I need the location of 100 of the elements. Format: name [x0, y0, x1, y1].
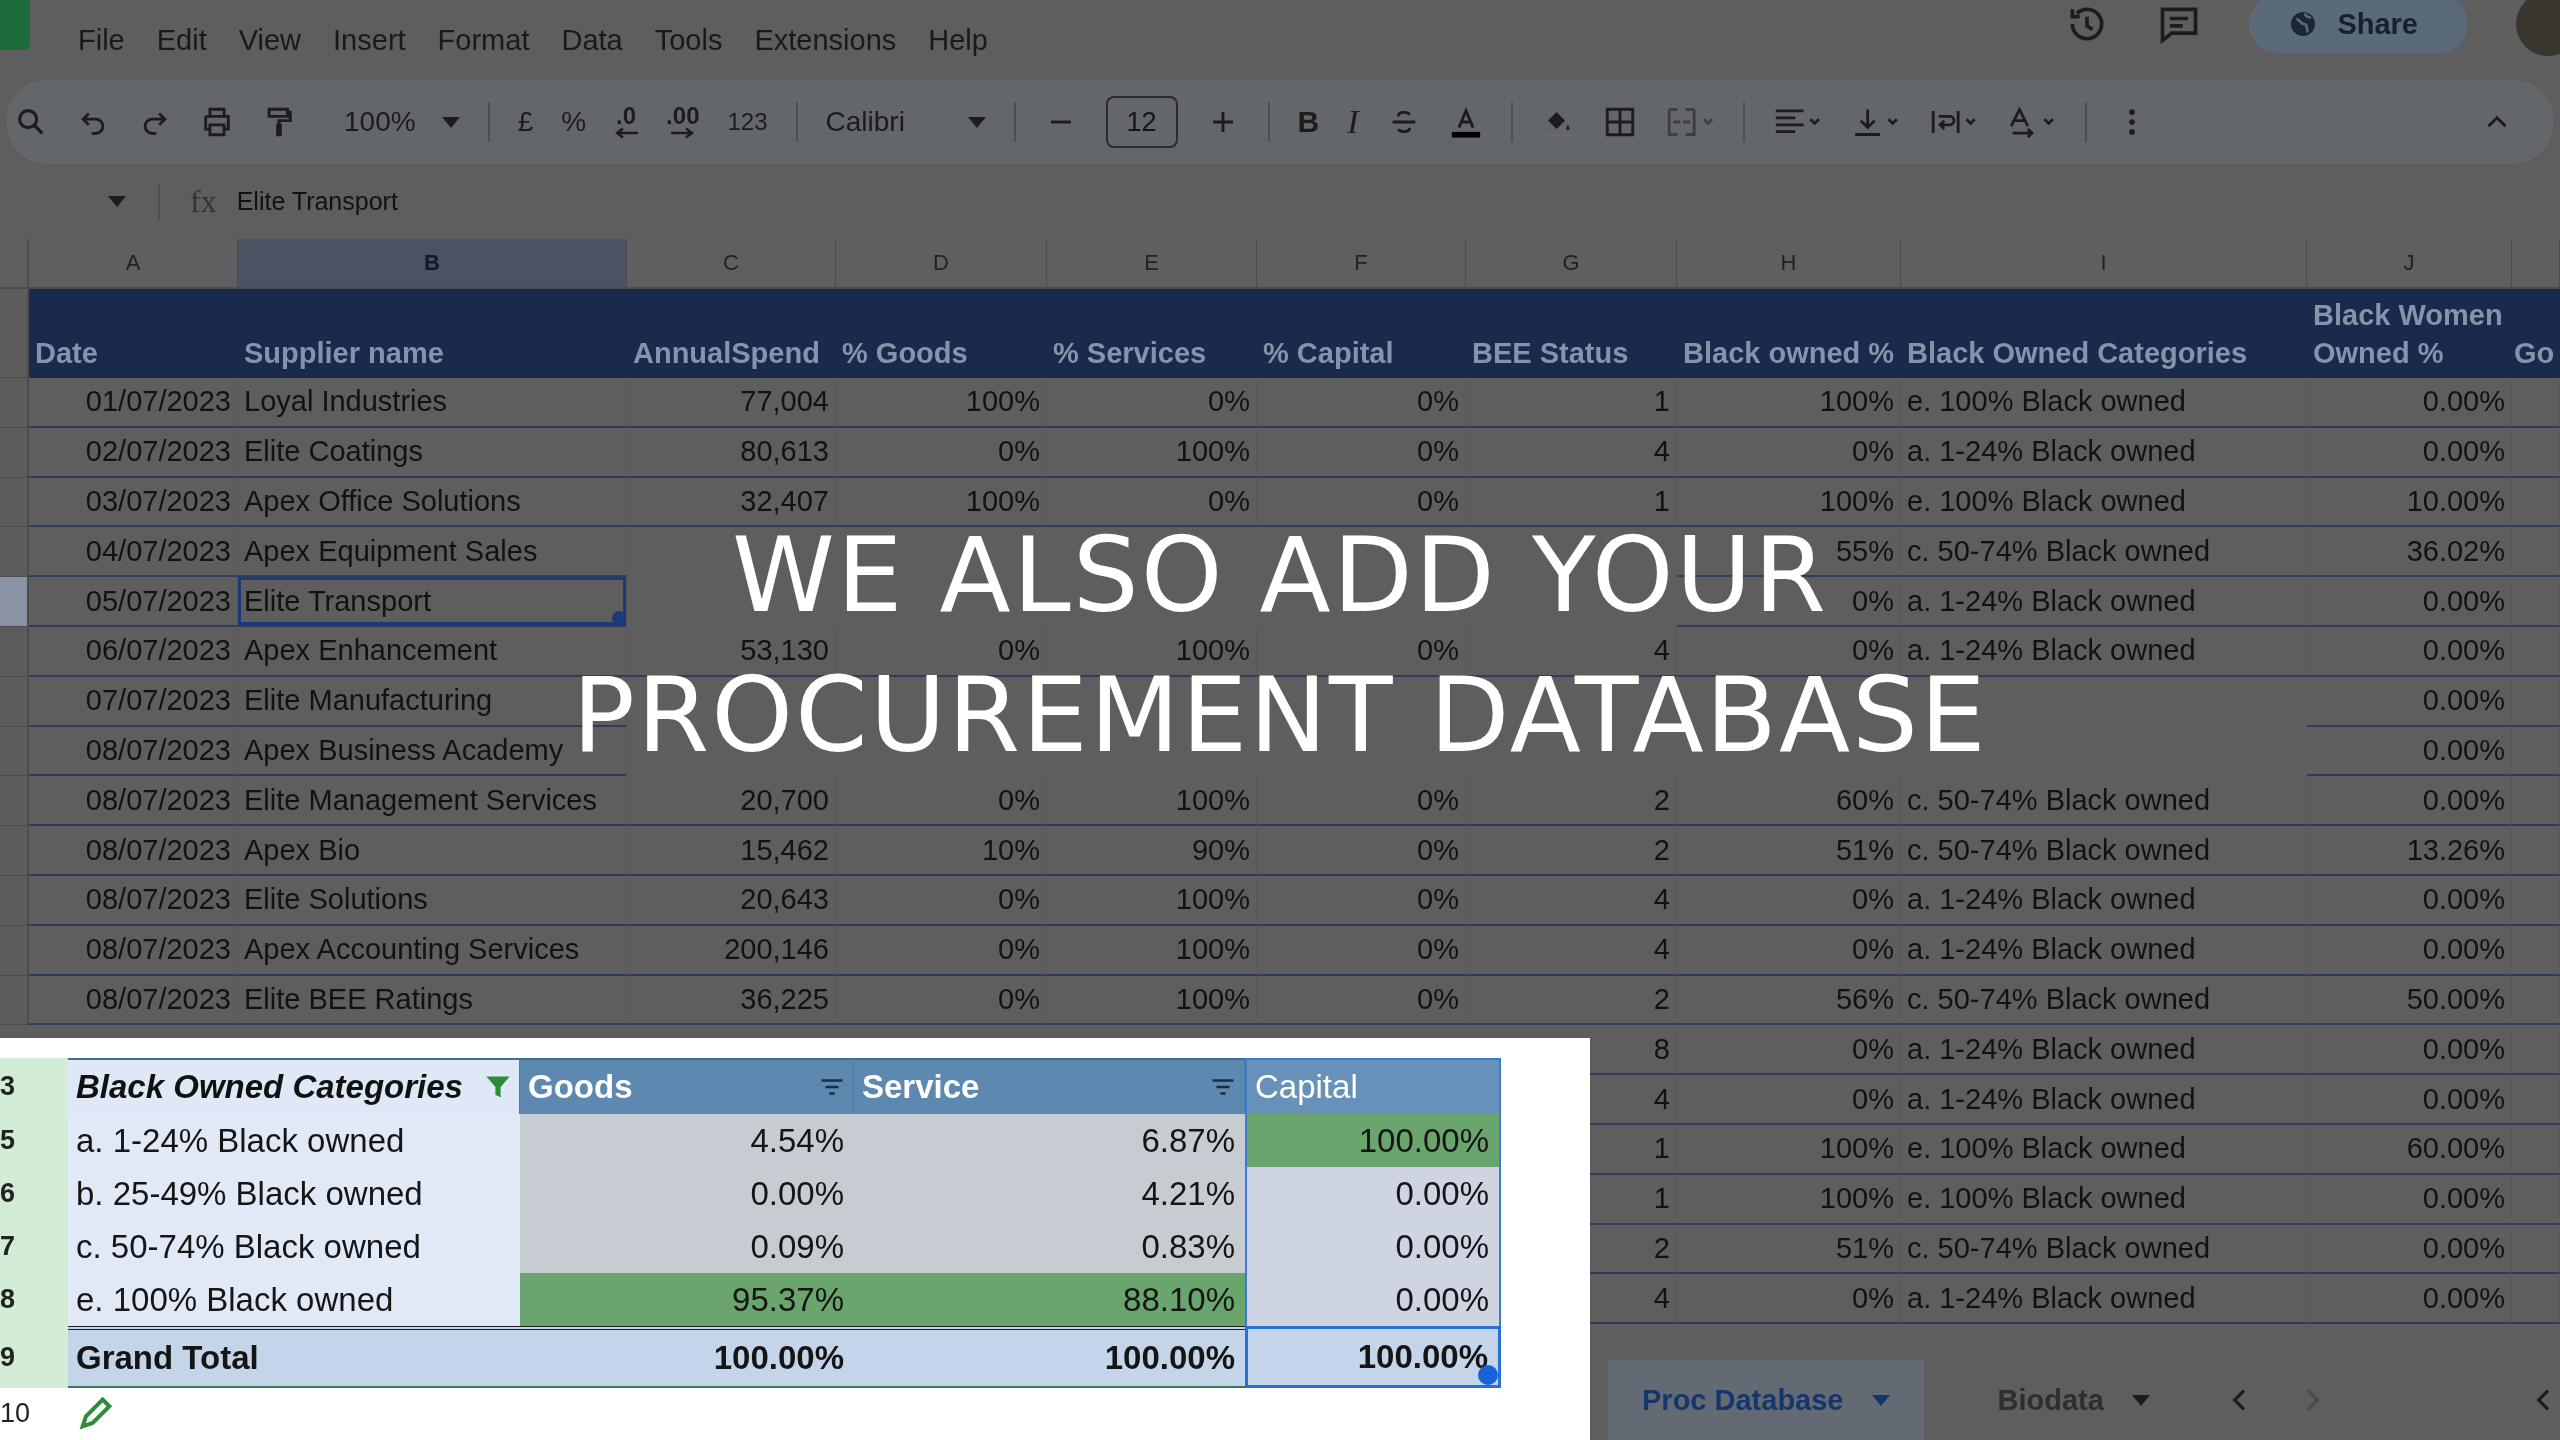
column-header[interactable]: H [1677, 239, 1901, 289]
table-cell: 0.00% [2307, 1025, 2512, 1076]
menu-item[interactable]: Format [421, 23, 546, 57]
formula-field[interactable]: Elite Transport [236, 187, 398, 216]
table-cell: 4 [1466, 427, 1677, 478]
menu-item[interactable]: Help [912, 23, 1004, 57]
table-cell: 100% [1047, 925, 1257, 976]
table-cell: 06/07/2023 [29, 627, 238, 677]
table-cell: 0% [836, 875, 1047, 926]
pivot-cell: 95.37% [520, 1273, 854, 1326]
column-header[interactable]: G [1466, 239, 1677, 289]
bold-button[interactable]: B [1297, 105, 1320, 139]
italic-button[interactable]: I [1347, 103, 1359, 141]
table-cell: 100% [1677, 378, 1901, 428]
table-cell: 0% [836, 975, 1047, 1026]
column-header[interactable]: J [2307, 239, 2512, 289]
table-cell: 100% [836, 477, 1047, 528]
table-cell: 36,225 [627, 975, 836, 1026]
table-cell: e. 100% Black owned [1901, 1174, 2307, 1225]
table-cell: 0.00% [2307, 1224, 2512, 1275]
table-cell: 50.00% [2307, 975, 2512, 1026]
table-cell: 200,146 [627, 925, 836, 976]
column-header[interactable]: C [627, 239, 836, 289]
table-cell: 100% [1677, 477, 1901, 528]
column-header[interactable]: I [1901, 239, 2307, 289]
pivot-header-cell[interactable]: Goods [520, 1058, 854, 1114]
sheet-tab[interactable]: Proc Database [1608, 1360, 1924, 1440]
table-cell: 0.00% [2307, 378, 2512, 428]
table-cell: 0.00% [2307, 627, 2512, 677]
table-cell: 0.00% [2307, 577, 2512, 627]
pivot-cell: 6.87% [854, 1114, 1245, 1167]
column-header[interactable]: F [1257, 239, 1466, 289]
grand-total-label: Grand Total [68, 1326, 520, 1388]
table-cell: 0.00% [2307, 925, 2512, 976]
table-cell: 0.00% [2307, 726, 2512, 777]
column-header[interactable]: D [836, 239, 1047, 289]
table-cell: Elite Management Services [238, 776, 627, 827]
pivot-header-cell[interactable]: Service [854, 1058, 1245, 1114]
table-cell: 56% [1677, 975, 1901, 1026]
table-cell: 90% [1047, 826, 1257, 876]
table-cell: 08/07/2023 [29, 826, 238, 876]
menu-item[interactable]: View [222, 23, 318, 57]
table-cell: 0% [1257, 975, 1466, 1026]
row-number: 9 [0, 1326, 68, 1388]
table-cell: 0% [1677, 1075, 1901, 1125]
caret-icon [1871, 1394, 1890, 1406]
header-cell: Supplier name [238, 289, 627, 378]
table-cell: c. 50-74% Black owned [1901, 826, 2307, 876]
fill-handle[interactable] [612, 611, 626, 625]
table-cell: 36.02% [2307, 527, 2512, 578]
table-cell: e. 100% Black owned [1901, 378, 2307, 428]
table-cell: Elite Transport [238, 577, 627, 627]
filter-icon[interactable] [485, 1074, 511, 1100]
header-cell: % Capital [1257, 289, 1466, 378]
pivot-header-cell[interactable]: Capital [1245, 1058, 1501, 1114]
table-cell: c. 50-74% Black owned [1901, 527, 2307, 578]
table-cell: 01/07/2023 [29, 378, 238, 428]
font-size-field[interactable]: 12 [1105, 96, 1178, 148]
menu-item[interactable]: Extensions [738, 23, 913, 57]
table-cell: 100% [1047, 776, 1257, 827]
menu-item[interactable]: Data [545, 23, 639, 57]
menu-item[interactable]: Tools [638, 23, 739, 57]
column-header[interactable]: A [29, 239, 238, 289]
number-format-button[interactable]: 123 [727, 108, 768, 136]
menu-item[interactable]: File [62, 23, 141, 57]
pivot-header-label: Capital [1255, 1068, 1358, 1106]
menu-item[interactable]: Insert [317, 23, 422, 57]
table-cell: 0% [1257, 776, 1466, 827]
increase-decimal-button[interactable]: .00 [666, 105, 700, 139]
decrease-decimal-button[interactable]: .0 [614, 105, 639, 139]
table-cell: 100% [1677, 1174, 1901, 1225]
table-cell: 0% [1677, 925, 1901, 976]
table-cell: a. 1-24% Black owned [1901, 1274, 2307, 1325]
header-cell: Date [29, 289, 238, 378]
column-header[interactable]: E [1047, 239, 1257, 289]
pivot-header-cell[interactable]: Black Owned Categories [68, 1058, 520, 1114]
table-cell: 02/07/2023 [29, 427, 238, 478]
font-dropdown[interactable]: Calibri [825, 106, 986, 138]
menu-item[interactable]: Edit [140, 23, 223, 57]
table-cell: 1 [1466, 378, 1677, 428]
zoom-dropdown[interactable]: 100% [344, 106, 460, 138]
table-cell: 08/07/2023 [29, 975, 238, 1026]
caret-icon[interactable] [108, 196, 126, 207]
table-cell: 0% [1257, 477, 1466, 528]
pivot-cell: 0.00% [1245, 1167, 1501, 1220]
column-header[interactable]: B [238, 239, 627, 289]
currency-format-button[interactable]: £ [517, 106, 534, 138]
table-cell: a. 1-24% Black owned [1901, 577, 2307, 627]
percent-format-button[interactable]: % [561, 106, 587, 138]
row-header[interactable] [0, 577, 29, 627]
arrow-left-icon [614, 127, 639, 139]
share-button[interactable]: Share [2249, 0, 2468, 53]
table-cell: 2 [1466, 975, 1677, 1026]
pivot-cell: 100.00% [1245, 1114, 1501, 1167]
pivot-row-label: a. 1-24% Black owned [68, 1114, 520, 1167]
table-cell: 0.00% [2307, 1075, 2512, 1125]
caret-icon [441, 116, 460, 128]
pivot-header-label: Goods [528, 1068, 633, 1106]
table-cell: 80,613 [627, 427, 836, 478]
table-cell: 0% [1257, 925, 1466, 976]
